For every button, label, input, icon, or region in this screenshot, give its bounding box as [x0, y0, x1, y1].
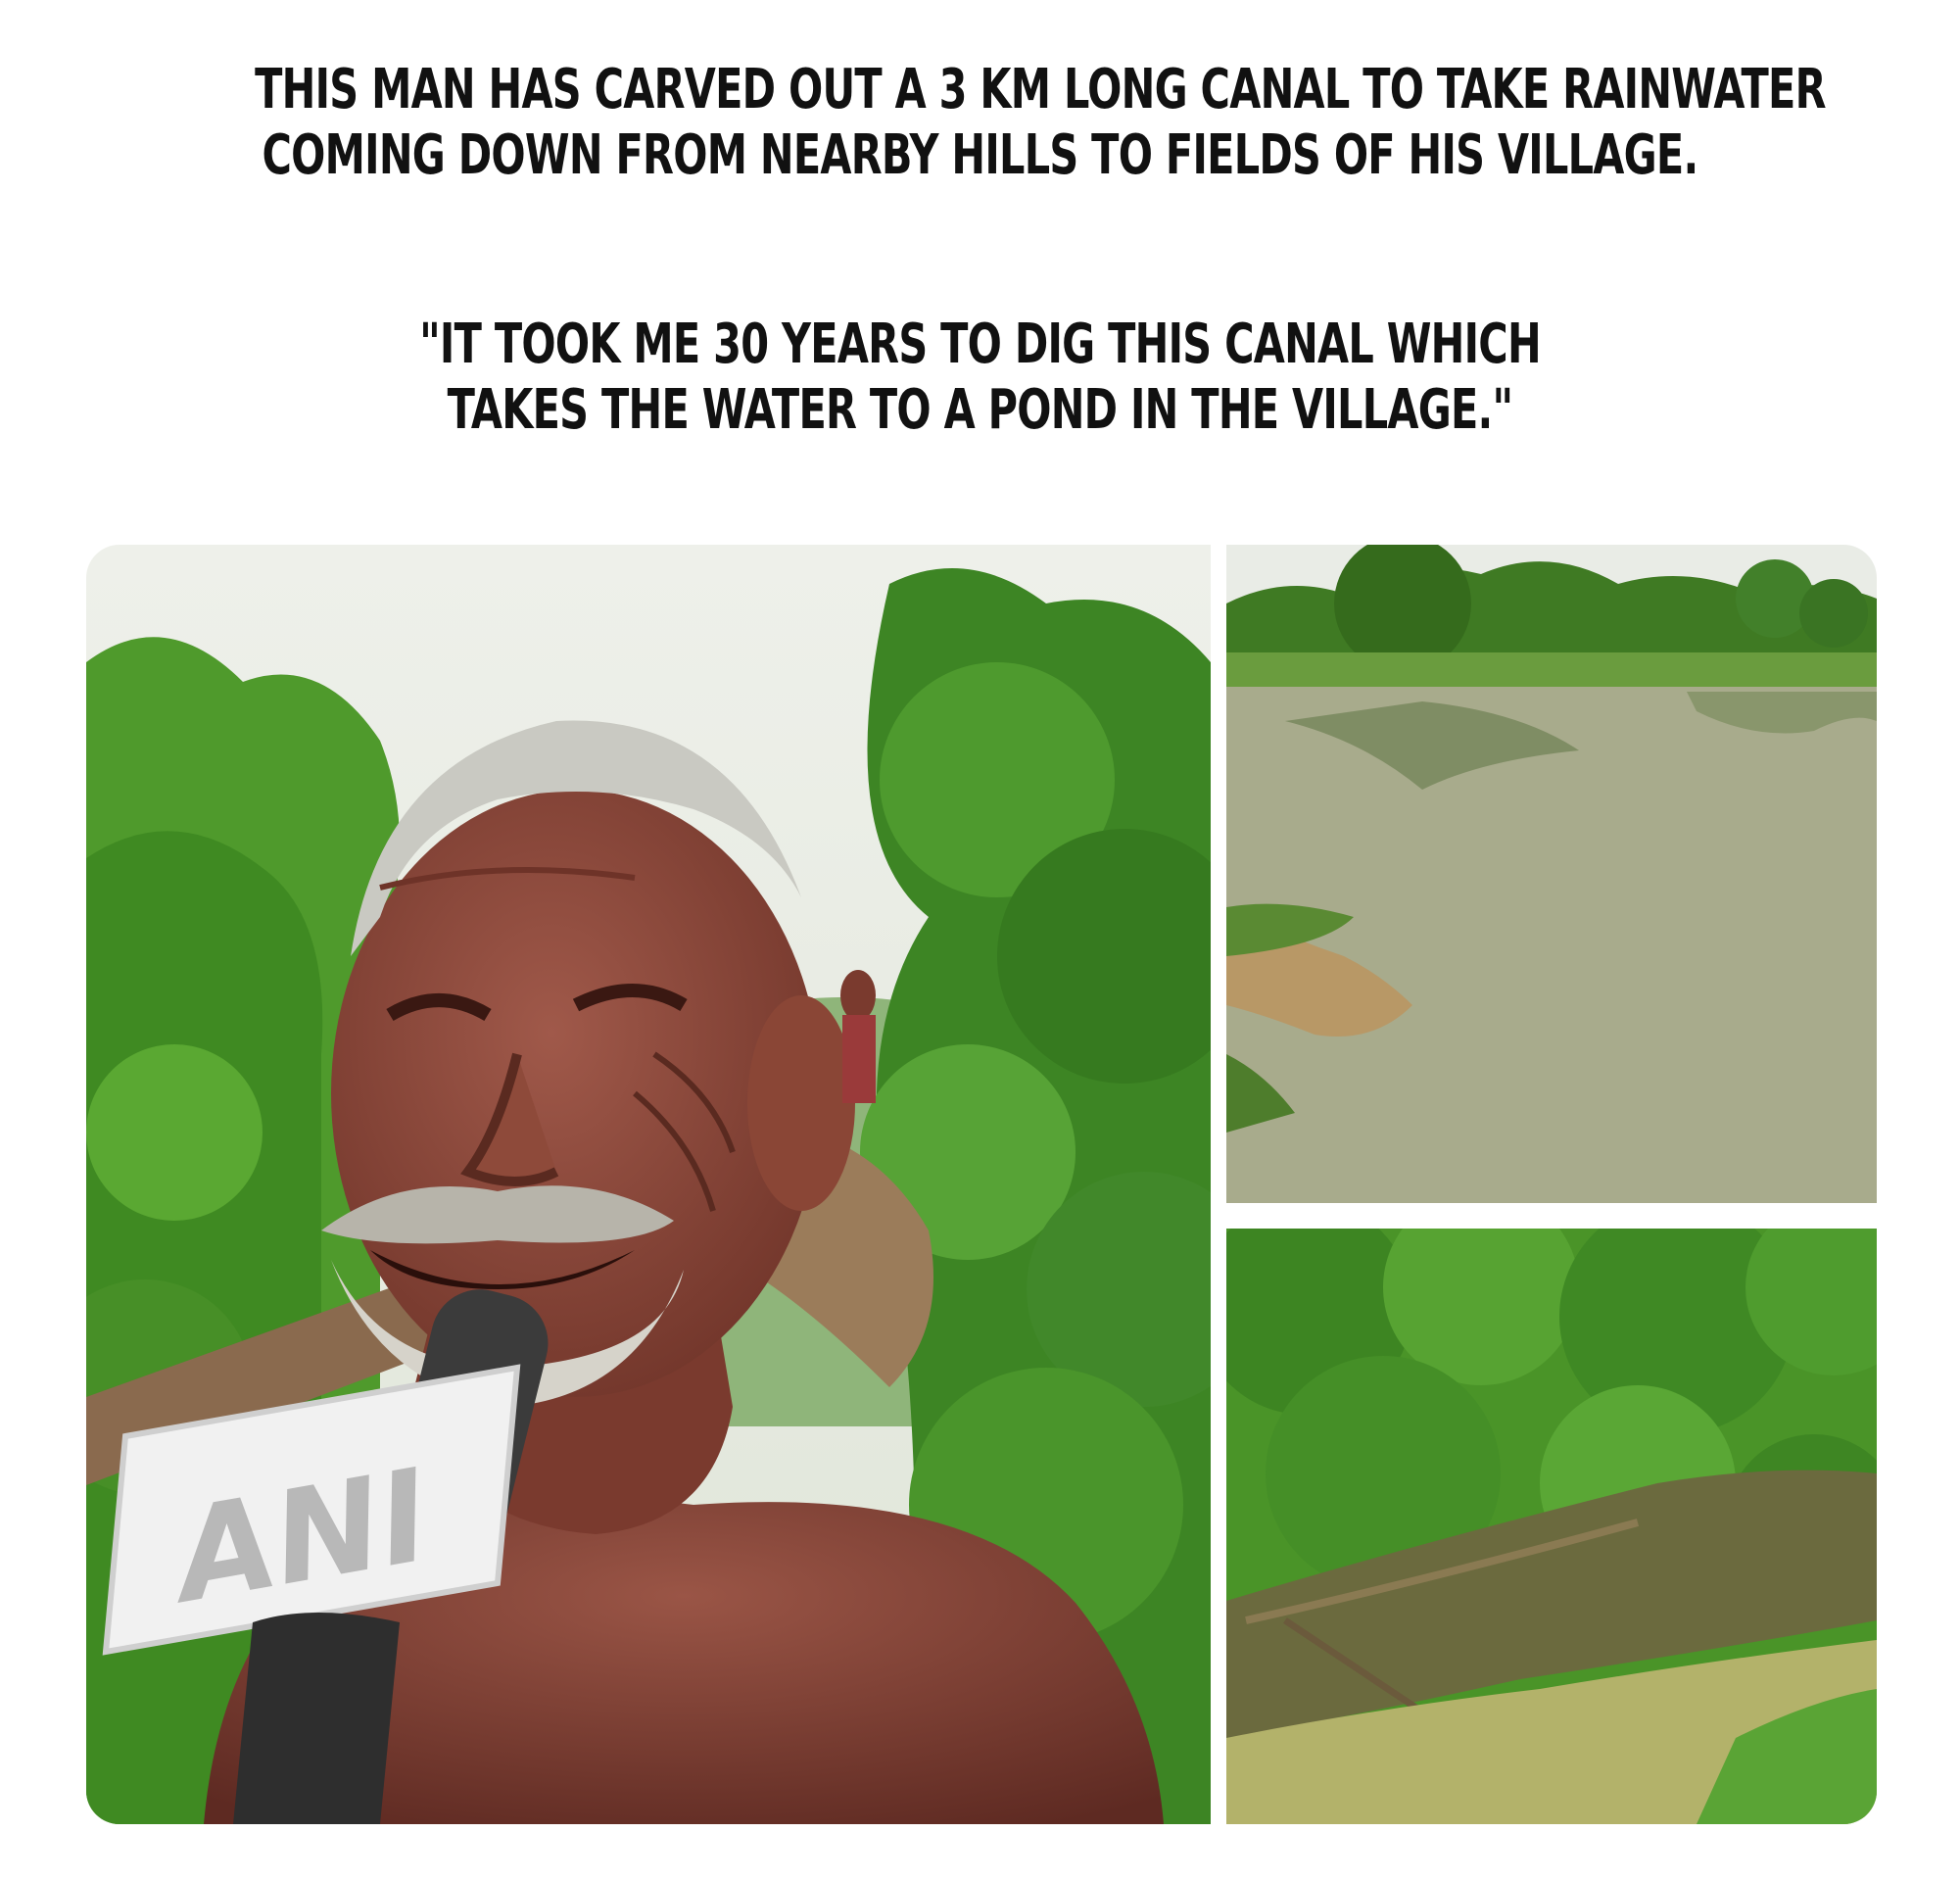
headline-line-1: THIS MAN HAS CARVED OUT A 3 KM LONG CANA…	[255, 58, 1826, 121]
quote-line-1: "IT TOOK ME 30 YEARS TO DIG THIS CANAL W…	[419, 313, 1542, 376]
photo-collage: ANI	[86, 545, 1877, 1824]
quote-caption: "IT TOOK ME 30 YEARS TO DIG THIS CANAL W…	[255, 312, 1705, 443]
man-portrait-image: ANI	[86, 545, 1211, 1824]
man-portrait-photo: ANI	[86, 545, 1211, 1824]
headline-line-2: COMING DOWN FROM NEARBY HILLS TO FIELDS …	[262, 123, 1698, 188]
pond-photo	[1226, 545, 1877, 1203]
canal-photo	[1226, 1229, 1877, 1824]
headline-caption: THIS MAN HAS CARVED OUT A 3 KM LONG CANA…	[255, 57, 1826, 188]
canal-image	[1226, 1229, 1877, 1824]
quote-line-2: TAKES THE WATER TO A POND IN THE VILLAGE…	[447, 378, 1514, 443]
pond-image	[1226, 545, 1877, 1203]
